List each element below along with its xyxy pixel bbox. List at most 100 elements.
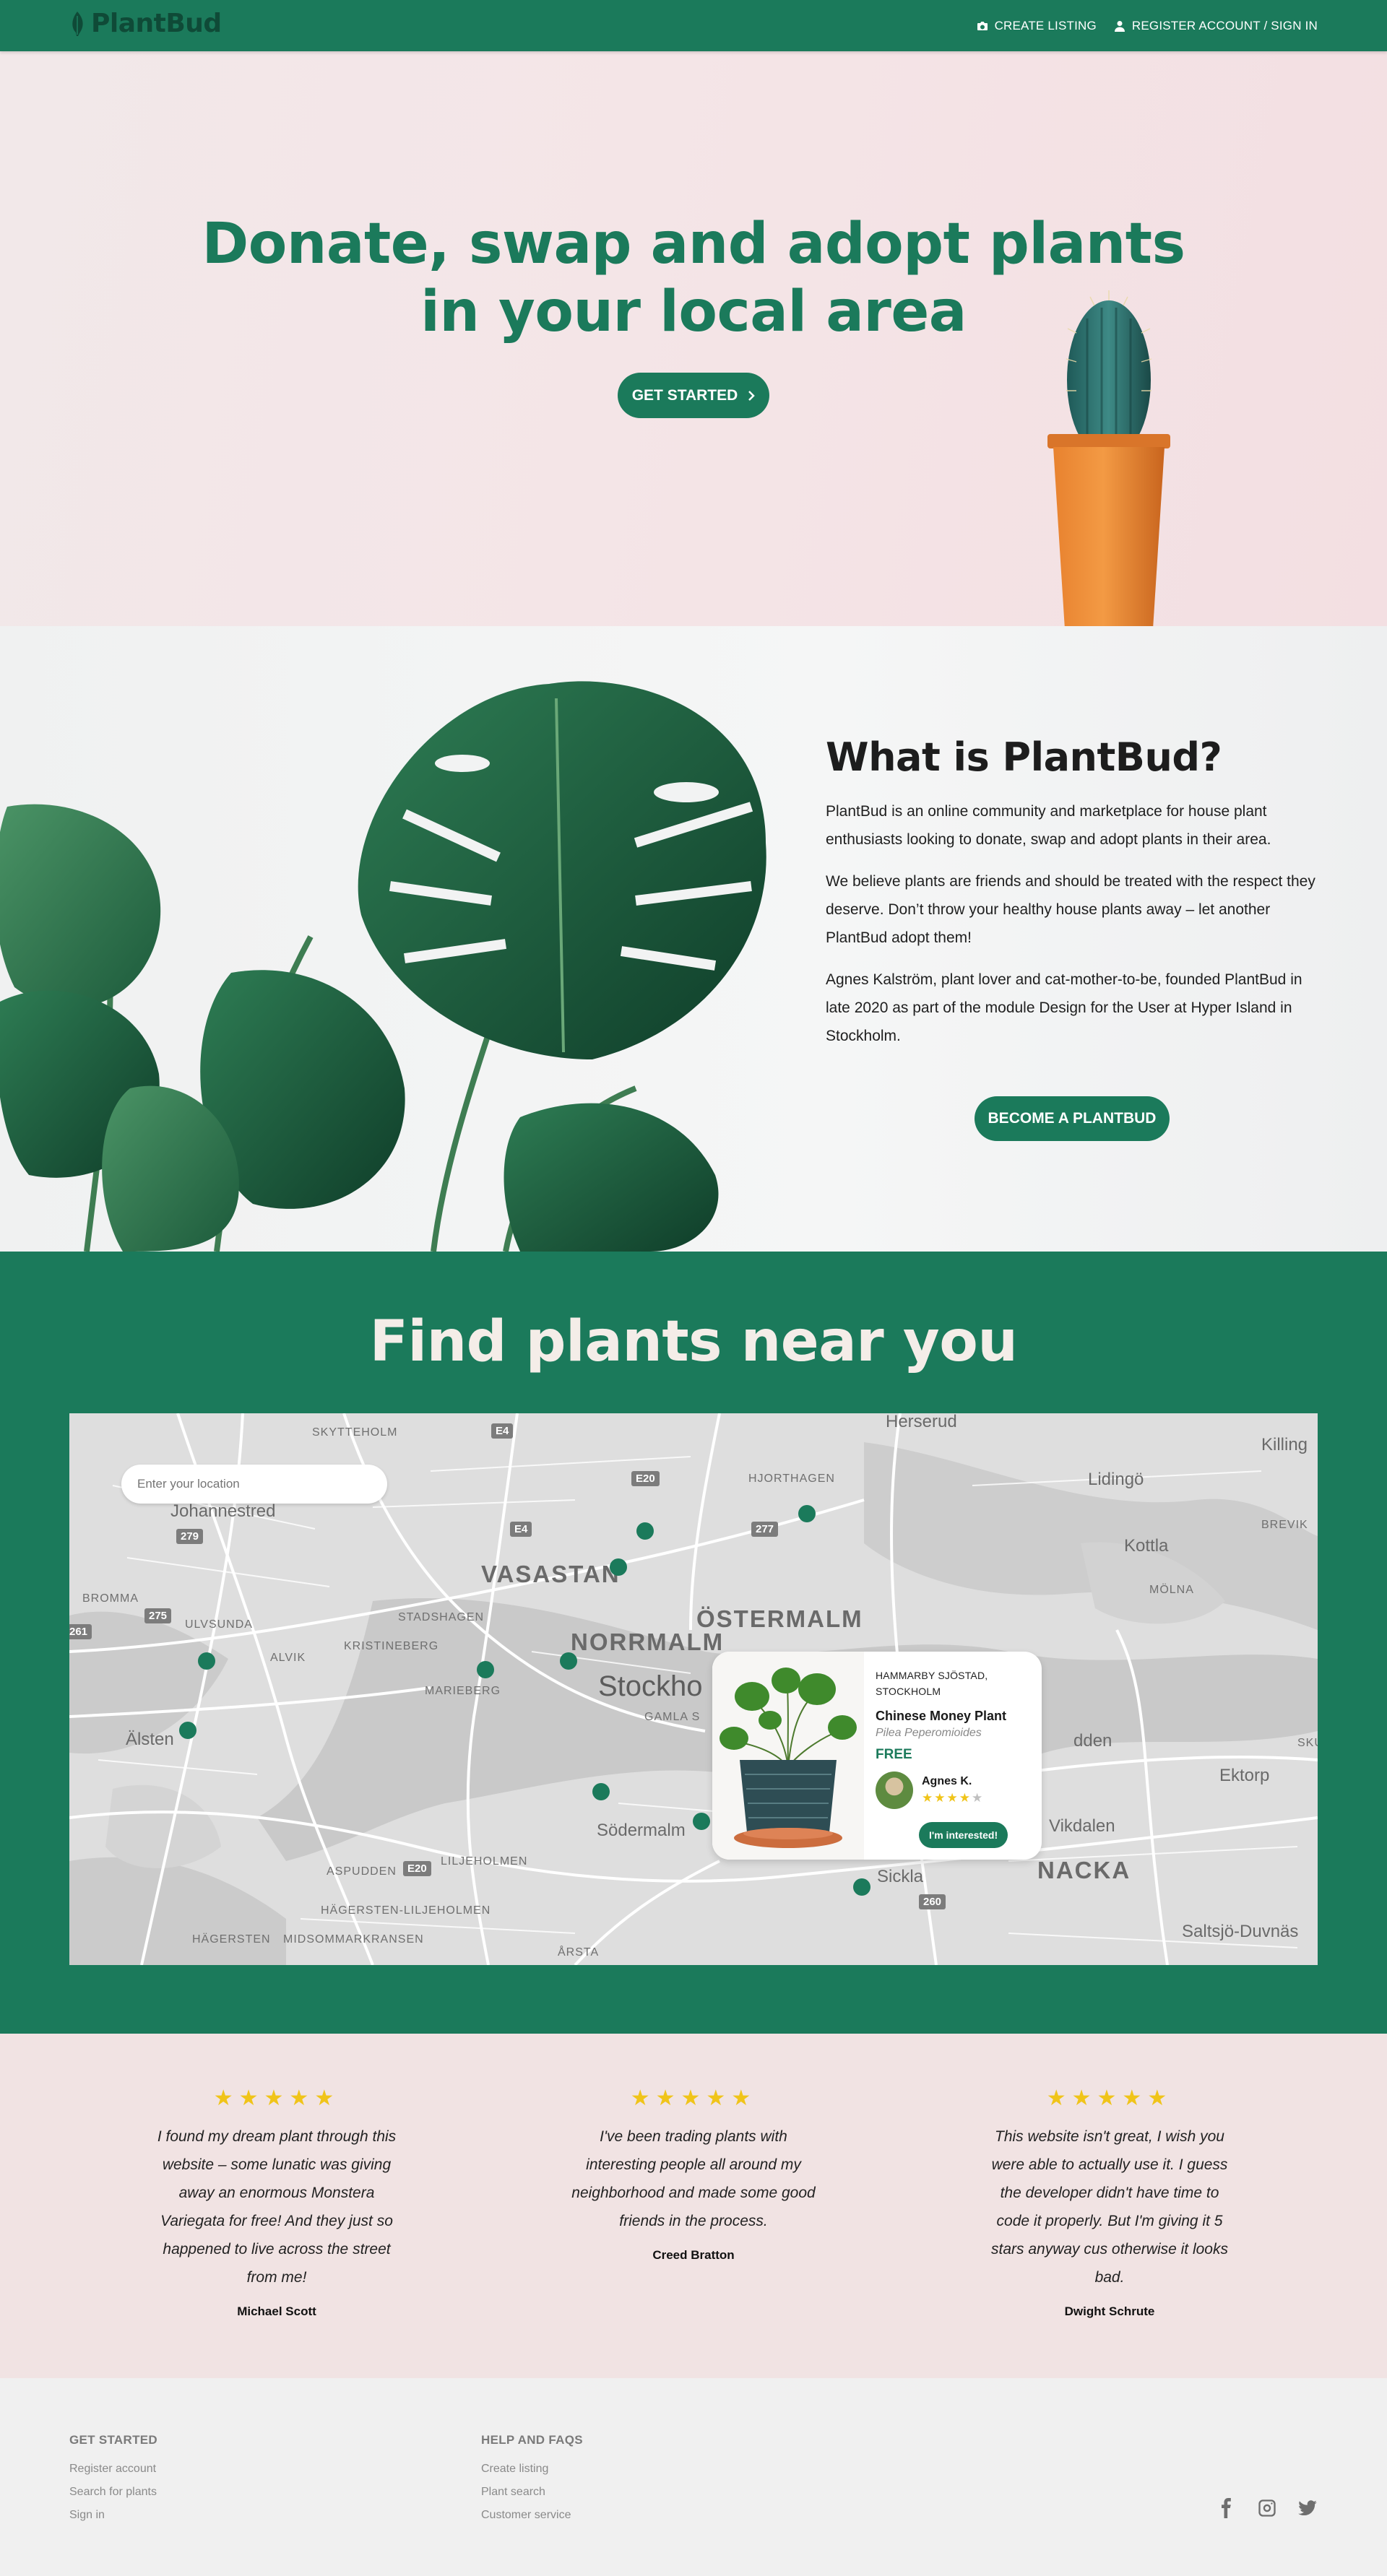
map-label: VASASTAN: [481, 1561, 621, 1587]
listing-price: FREE: [876, 1747, 912, 1762]
footer-link-create-listing[interactable]: Create listing: [481, 2458, 583, 2481]
become-plantbud-button[interactable]: BECOME A PLANTBUD: [975, 1096, 1170, 1141]
about-text: What is PlantBud? PlantBud is an online …: [826, 734, 1317, 1064]
map-pin[interactable]: [179, 1722, 196, 1739]
map-label: Saltsjö-Duvnäs: [1182, 1922, 1299, 1941]
owner-name: Agnes K.: [922, 1775, 972, 1787]
map-label: Älsten: [126, 1730, 174, 1749]
map-label: Killing: [1261, 1435, 1308, 1454]
register-signin-label: REGISTER ACCOUNT / SIGN IN: [1131, 18, 1318, 32]
road-shield: 277: [751, 1522, 779, 1537]
about-paragraph-1: PlantBud is an online community and mark…: [826, 803, 1271, 848]
find-plants-title: Find plants near you: [369, 1309, 1018, 1374]
map-label: HÄGERSTEN: [192, 1933, 271, 1946]
footer-link-plant-search[interactable]: Plant search: [481, 2481, 583, 2504]
hero-title-line-1: Donate, swap and adopt plants: [202, 212, 1185, 277]
map-label: LILJEHOLMEN: [441, 1855, 528, 1868]
plant-map[interactable]: SKYTTEHOLM Herserud Killing Lidingö Kott…: [69, 1413, 1318, 1965]
map-label: Vikdalen: [1049, 1816, 1115, 1836]
map-label: ASPUDDEN: [327, 1865, 397, 1878]
footer-link-search[interactable]: Search for plants: [69, 2481, 157, 2504]
map-pin[interactable]: [477, 1661, 494, 1678]
avatar: [876, 1771, 913, 1809]
hero-section: Donate, swap and adopt plants in your lo…: [0, 51, 1387, 626]
road-shield: E4: [510, 1522, 532, 1537]
twitter-icon[interactable]: [1297, 2498, 1318, 2518]
review-author: Dwight Schrute: [1064, 2304, 1155, 2318]
road-shield: E20: [403, 1861, 431, 1876]
listing-card[interactable]: HAMMARBY SJÖSTAD, STOCKHOLM Chinese Mone…: [712, 1652, 1042, 1860]
map-label: SKYTTEHOLM: [312, 1426, 398, 1439]
road-shield: 260: [919, 1894, 946, 1909]
map-label: Kottla: [1124, 1536, 1169, 1556]
map-pin[interactable]: [610, 1558, 627, 1576]
map-label: NORRMALM: [571, 1629, 725, 1655]
brand-logo[interactable]: PlantBud: [69, 9, 222, 38]
road-shield: 261: [69, 1624, 92, 1639]
create-listing-label: CREATE LISTING: [994, 18, 1097, 32]
review-text: I found my dream plant through this webs…: [157, 2128, 397, 2286]
footer-heading: GET STARTED: [69, 2433, 157, 2447]
about-title: What is PlantBud?: [826, 734, 1222, 780]
review-text: I've been trading plants with interestin…: [571, 2128, 816, 2229]
get-started-button[interactable]: GET STARTED: [618, 373, 769, 418]
footer-column-get-started: GET STARTED Register account Search for …: [69, 2433, 157, 2527]
map-label: Johannestred: [170, 1501, 276, 1521]
star-rating: ★★★★★: [1046, 2086, 1173, 2110]
map-label: MARIEBERG: [425, 1685, 501, 1697]
register-signin-link[interactable]: REGISTER ACCOUNT / SIGN IN: [1114, 19, 1318, 33]
about-section: What is PlantBud? PlantBud is an online …: [0, 626, 1387, 1252]
road-shield: E4: [491, 1423, 514, 1439]
map-label: ULVSUNDA: [185, 1618, 253, 1631]
footer-heading: HELP AND FAQS: [481, 2433, 583, 2447]
star-empty-icon: ★: [971, 1791, 985, 1805]
reviews-section: ★★★★★ I found my dream plant through thi…: [0, 2034, 1387, 2378]
map-label: HÄGERSTEN-LILJEHOLMEN: [321, 1904, 491, 1917]
find-plants-section: Find plants near you SKYTTEHOLM Herserud…: [0, 1252, 1387, 2034]
map-label: MIDSOMMARKRANSEN: [283, 1933, 424, 1946]
footer-link-signin[interactable]: Sign in: [69, 2504, 157, 2527]
camera-icon: [977, 21, 988, 30]
map-label: MÖLNA: [1149, 1584, 1194, 1596]
get-started-label: GET STARTED: [631, 386, 738, 404]
listing-latin-name: Pilea Peperomioides: [876, 1727, 982, 1739]
facebook-icon[interactable]: [1217, 2498, 1237, 2518]
road-shield: 275: [144, 1608, 172, 1623]
cactus-image: [1047, 290, 1170, 626]
map-label: dden: [1073, 1731, 1112, 1751]
user-icon: [1114, 20, 1125, 32]
road-shield: 279: [176, 1529, 204, 1544]
footer: GET STARTED Register account Search for …: [0, 2378, 1387, 2576]
footer-link-customer-service[interactable]: Customer service: [481, 2504, 583, 2527]
map-pin[interactable]: [198, 1652, 215, 1670]
map-label: Herserud: [886, 1413, 957, 1431]
location-search-input[interactable]: [121, 1465, 387, 1504]
footer-column-help: HELP AND FAQS Create listing Plant searc…: [481, 2433, 583, 2527]
map-label: BREVIK: [1261, 1519, 1308, 1531]
create-listing-link[interactable]: CREATE LISTING: [977, 19, 1097, 33]
footer-link-register[interactable]: Register account: [69, 2458, 157, 2481]
about-paragraph-2: We believe plants are friends and should…: [826, 873, 1315, 946]
instagram-icon[interactable]: [1257, 2498, 1277, 2518]
map-pin[interactable]: [798, 1505, 816, 1522]
map-pin[interactable]: [592, 1783, 610, 1800]
review-card: ★★★★★ This website isn't great, I wish y…: [987, 2086, 1232, 2319]
become-plantbud-label: BECOME A PLANTBUD: [988, 1110, 1157, 1127]
review-text: This website isn't great, I wish you wer…: [991, 2128, 1228, 2286]
map-label: ALVIK: [270, 1652, 306, 1664]
listing-plant-name: Chinese Money Plant: [876, 1709, 1007, 1723]
interested-button[interactable]: I'm interested!: [919, 1822, 1008, 1848]
review-card: ★★★★★ I found my dream plant through thi…: [154, 2086, 399, 2319]
map-pin[interactable]: [693, 1813, 710, 1830]
map-label: Södermalm: [597, 1821, 686, 1840]
map-pin[interactable]: [853, 1878, 870, 1896]
star-icon: ★★★★: [922, 1791, 972, 1805]
map-label: ÅRSTA: [558, 1946, 600, 1959]
map-pin[interactable]: [636, 1522, 654, 1540]
map-label: Lidingö: [1088, 1470, 1144, 1489]
map-label: GAMLA S: [644, 1711, 701, 1723]
top-navbar: PlantBud CREATE LISTING REGISTER ACCOUNT…: [0, 0, 1387, 51]
map-pin[interactable]: [560, 1652, 577, 1670]
about-paragraph-3: Agnes Kalström, plant lover and cat-moth…: [826, 971, 1302, 1044]
chevron-right-icon: [748, 390, 756, 401]
